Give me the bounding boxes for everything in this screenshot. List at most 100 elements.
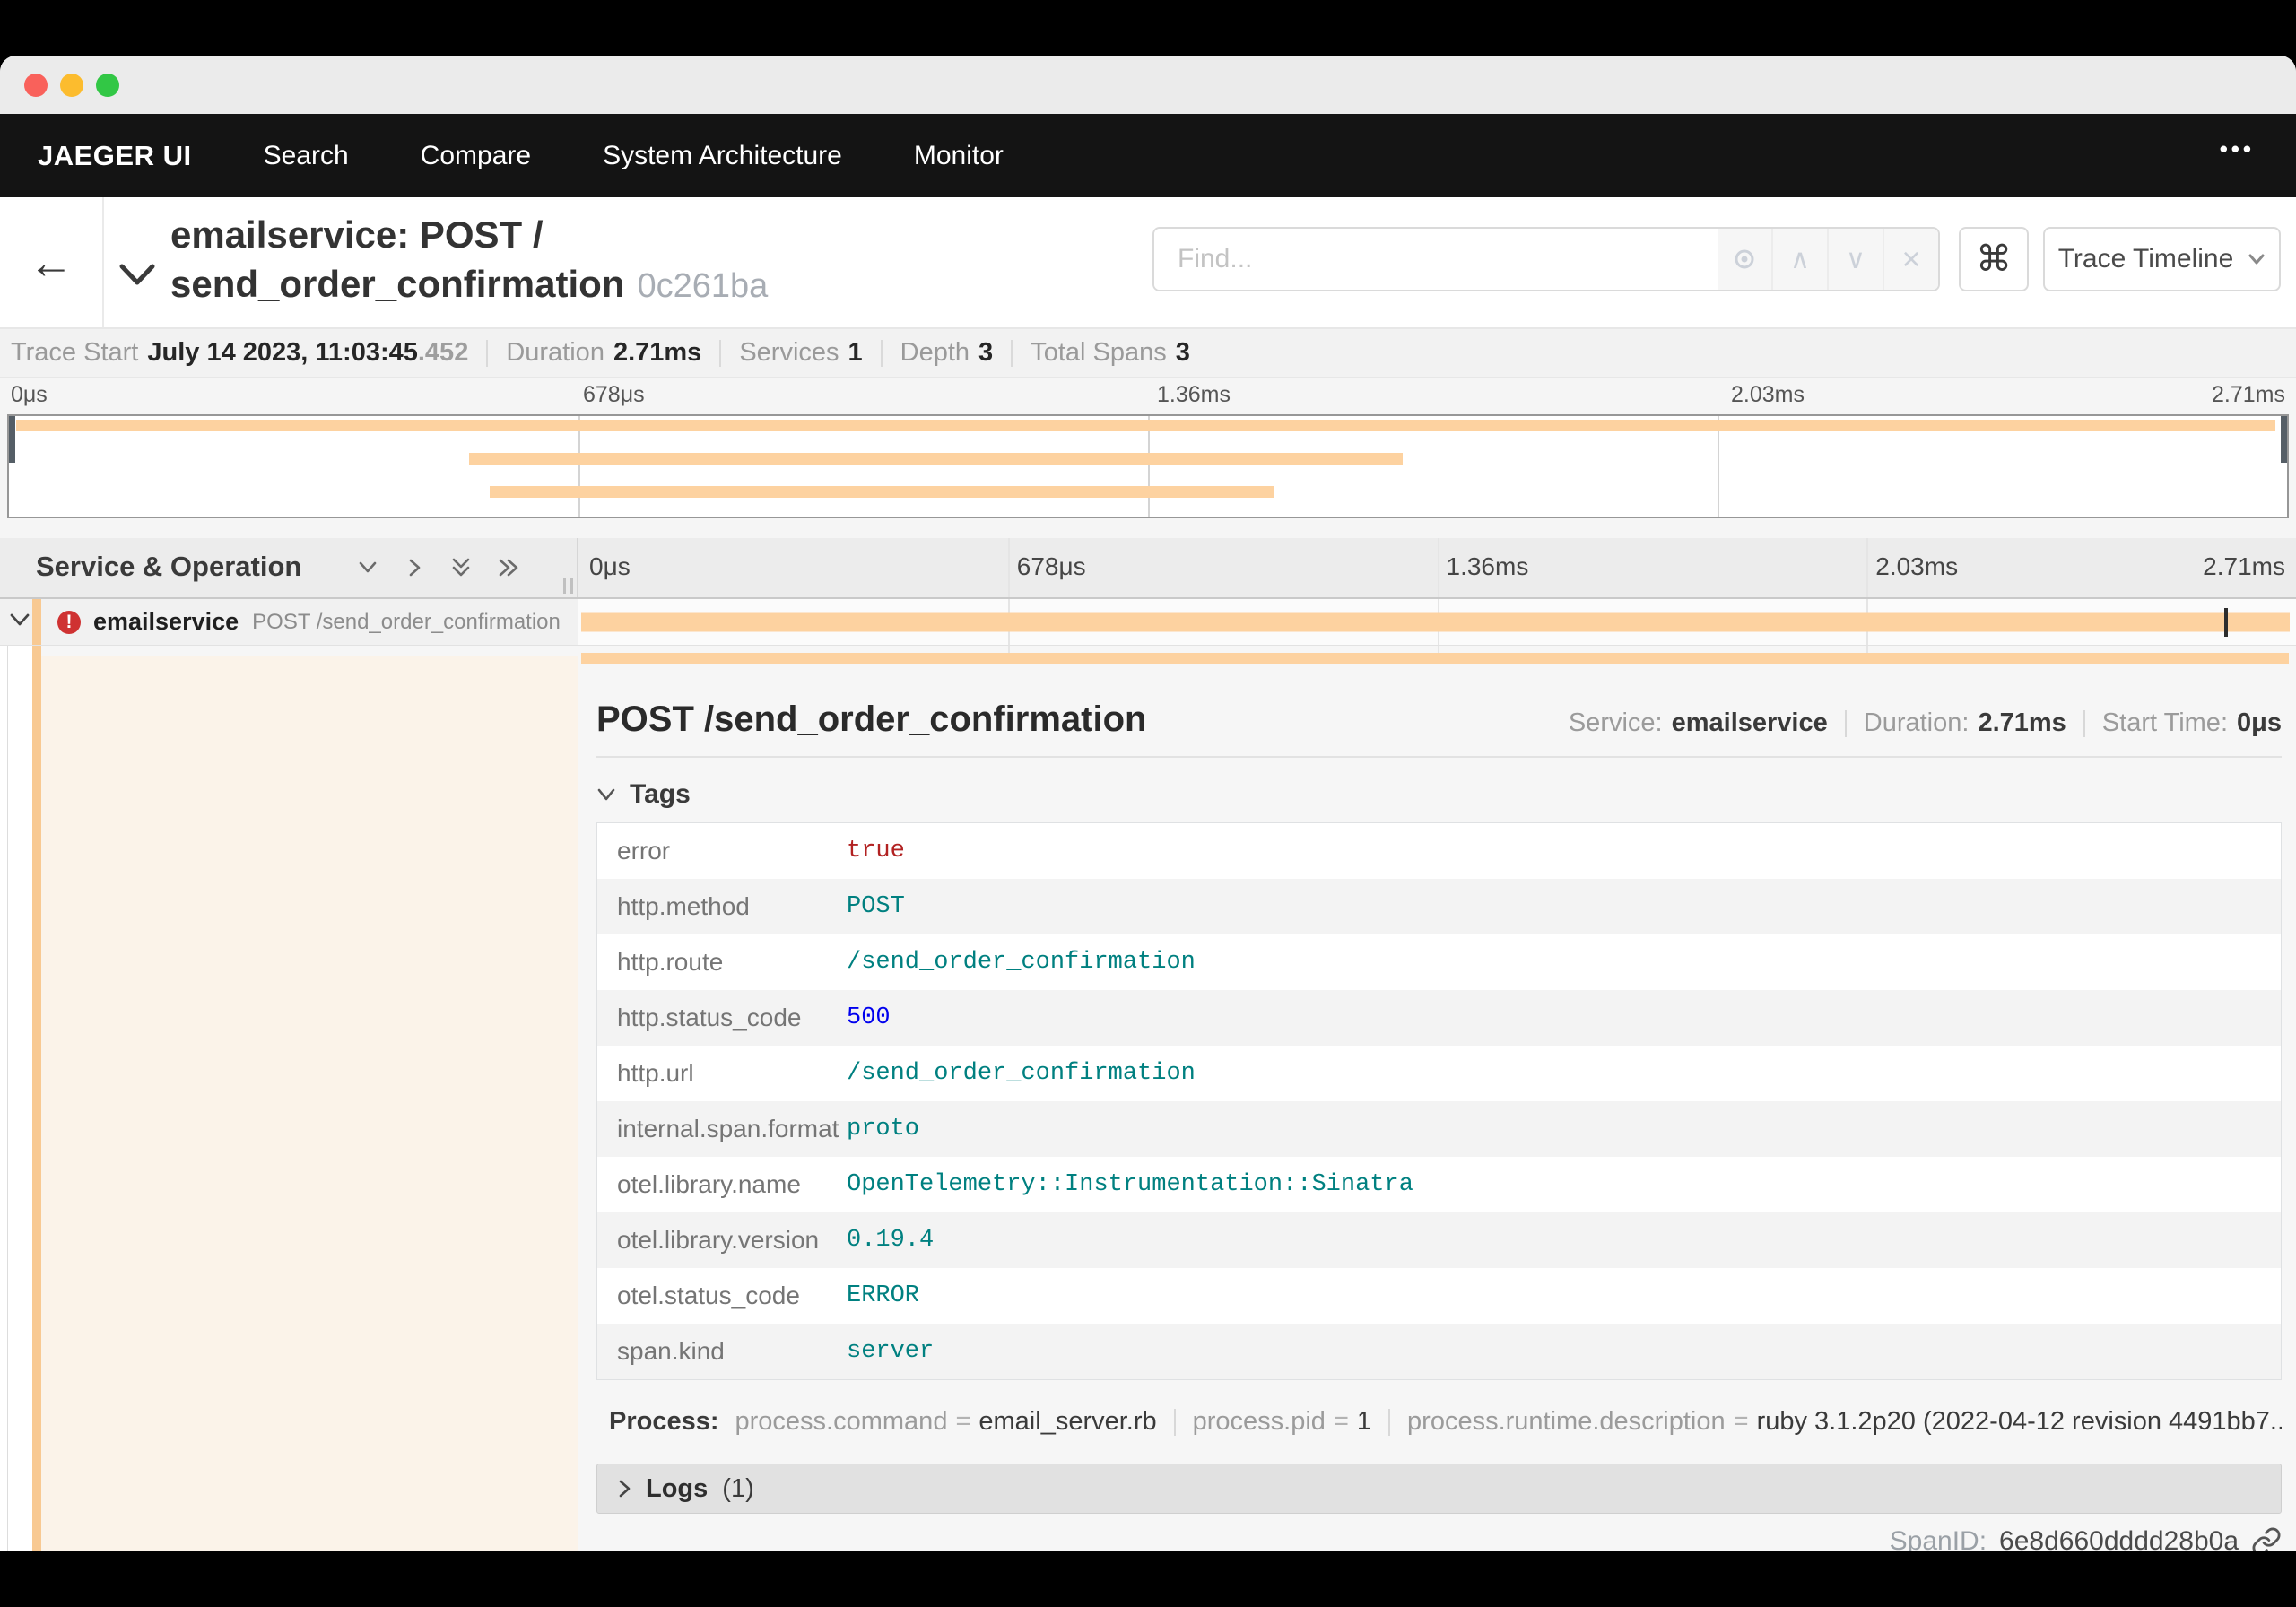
minimap-tick-labels: 0μs 678μs 1.36ms 2.03ms 2.71ms — [0, 380, 2296, 413]
span-detail-row: POST /send_order_confirmation Service: em… — [0, 646, 2296, 1551]
span-meta-value: 2.71ms — [1978, 708, 2066, 737]
tag-value: 0.19.4 — [847, 1227, 935, 1254]
span-color-accent — [32, 599, 41, 645]
equals-sign: = — [1333, 1407, 1349, 1436]
tag-key: http.status_code — [617, 1003, 802, 1031]
gridline — [1866, 538, 1869, 597]
find-next-icon[interactable]: ∨ — [1827, 229, 1883, 290]
macos-titlebar — [0, 56, 2296, 114]
span-detail-left-panel — [41, 656, 578, 1551]
service-operation-label: Service & Operation — [36, 551, 302, 582]
span-service-name[interactable]: emailservice — [93, 608, 239, 636]
timeline-tick: 678μs — [583, 382, 645, 407]
tag-value: ERROR — [847, 1282, 920, 1309]
separator — [1011, 339, 1013, 367]
logs-section-header[interactable]: Logs (1) — [596, 1464, 2282, 1514]
process-tag-value: 1 — [1356, 1407, 1372, 1436]
nav-item-system-architecture[interactable]: System Architecture — [603, 141, 842, 171]
tag-row: error true — [597, 823, 2281, 879]
span-detail-title: POST /send_order_confirmation — [596, 699, 1147, 739]
span-id-label: SpanID: — [1889, 1526, 1987, 1551]
close-window-button[interactable] — [24, 74, 48, 97]
separator — [1173, 1408, 1176, 1436]
overflow-menu-icon[interactable]: ••• — [2220, 135, 2255, 163]
process-section-label: Process: — [609, 1407, 719, 1436]
tags-section-header[interactable]: Tags — [596, 779, 2282, 810]
back-button[interactable]: ← — [0, 197, 104, 327]
nav-item-search[interactable]: Search — [264, 141, 349, 171]
trace-view-selector[interactable]: Trace Timeline — [2043, 227, 2281, 291]
trace-view-selector-label: Trace Timeline — [2057, 244, 2234, 274]
span-detail-card: POST /send_order_confirmation Service: em… — [596, 682, 2282, 1514]
tag-value: /send_order_confirmation — [847, 949, 1196, 976]
summary-value: 3 — [1175, 338, 1190, 367]
summary-label: Total Spans — [1031, 338, 1167, 367]
span-log-marker[interactable] — [2223, 607, 2228, 637]
nav-items: Search Compare System Architecture Monitor — [264, 141, 1004, 171]
separator — [2083, 709, 2085, 737]
span-detail-panel: POST /send_order_confirmation Service: em… — [578, 646, 2296, 1551]
summary-value: July 14 2023, 11:03:45 — [147, 338, 418, 367]
span-duration-bar[interactable] — [580, 612, 2291, 631]
tag-value: true — [847, 838, 905, 864]
process-section-header[interactable]: Process: process.command = email_server.rb… — [596, 1407, 2282, 1437]
span-collapse-chevron-icon[interactable] — [9, 612, 30, 631]
span-meta-value: emailservice — [1671, 708, 1828, 737]
span-meta-value: 0μs — [2237, 708, 2282, 737]
minimap-left-scrubber[interactable] — [9, 416, 15, 463]
trace-summary-bar: Trace Start July 14 2023, 11:03:45.452 Dur… — [0, 327, 2296, 378]
minimap-right-scrubber[interactable] — [2281, 416, 2287, 463]
chevron-down-icon — [597, 788, 615, 801]
gridline — [1437, 538, 1439, 597]
trace-header: ← emailservice: POST / send_order_confir… — [0, 197, 2296, 327]
timeline-tick: 678μs — [1016, 552, 1086, 580]
timeline-tick: 1.36ms — [1446, 552, 1529, 580]
tag-row: otel.library.version 0.19.4 — [597, 1212, 2281, 1268]
minimize-window-button[interactable] — [60, 74, 83, 97]
tag-key: otel.library.version — [617, 1226, 820, 1254]
zoom-window-button[interactable] — [96, 74, 119, 97]
link-icon[interactable] — [2251, 1526, 2282, 1551]
divider — [596, 756, 2282, 758]
timeline-tick-labels: 0μs 678μs 1.36ms 2.03ms 2.71ms — [578, 538, 2296, 597]
tag-key: internal.span.format — [617, 1115, 839, 1142]
collapse-one-icon[interactable] — [354, 554, 381, 581]
chevron-down-icon — [2248, 254, 2265, 265]
summary-value: 2.71ms — [613, 338, 702, 367]
column-resize-handle[interactable] — [563, 578, 573, 594]
tag-row: http.route/send_order_confirmation — [597, 934, 2281, 990]
top-navbar: JAEGER UI Search Compare System Architectu… — [0, 114, 2296, 197]
keyboard-shortcuts-button[interactable]: ⌘ — [1959, 227, 2029, 291]
nav-item-compare[interactable]: Compare — [421, 141, 531, 171]
locate-icon[interactable] — [1718, 229, 1771, 290]
minimap-canvas[interactable] — [7, 414, 2289, 518]
expand-one-icon[interactable] — [401, 554, 428, 581]
tag-value: OpenTelemetry::Instrumentation::Sinatra — [847, 1171, 1413, 1198]
span-operation-name[interactable]: POST /send_order_confirmation — [252, 610, 561, 635]
timeline-column-header: Service & Operation 0μs 678μs 1.36ms 2.03ms… — [0, 538, 2296, 599]
minimap-span-bar — [15, 420, 2276, 431]
nav-item-monitor[interactable]: Monitor — [914, 141, 1004, 171]
summary-label: Duration — [506, 338, 604, 367]
tag-value: /send_order_confirmation — [847, 1060, 1196, 1087]
collapse-trace-chevron-icon[interactable] — [118, 262, 156, 291]
find-prev-icon[interactable]: ∧ — [1771, 229, 1827, 290]
timeline-tick: 0μs — [11, 382, 48, 407]
span-meta-label: Service: — [1568, 708, 1663, 737]
jaeger-logo[interactable]: JAEGER UI — [38, 140, 192, 172]
minimap-span-bar — [489, 486, 1274, 498]
find-input[interactable] — [1154, 229, 1718, 290]
collapse-all-icon[interactable] — [448, 554, 474, 581]
find-clear-icon[interactable]: × — [1883, 229, 1938, 290]
span-tree-controls — [354, 554, 521, 581]
chevron-right-icon — [619, 1480, 631, 1498]
span-row[interactable]: ! emailservice POST /send_order_confirma… — [0, 599, 2296, 646]
summary-label: Services — [739, 338, 839, 367]
tag-value: server — [847, 1338, 935, 1365]
span-row-timeline[interactable] — [578, 599, 2296, 646]
expand-all-icon[interactable] — [494, 554, 521, 581]
logs-count: (1) — [722, 1473, 754, 1503]
span-row-label[interactable]: ! emailservice POST /send_order_confirma… — [0, 599, 578, 646]
tag-key: http.url — [617, 1059, 694, 1087]
back-arrow-icon: ← — [29, 237, 74, 288]
